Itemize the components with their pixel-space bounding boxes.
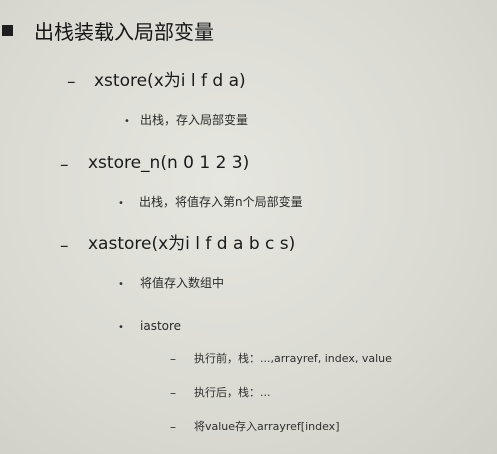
- item-xstore-desc: 出栈，存入局部变量: [140, 113, 249, 127]
- dot-bullet-icon: •: [118, 279, 124, 290]
- iastore-effect: 将value存入arrayref[index]: [194, 420, 340, 433]
- iastore-after: 执行后，栈：...: [194, 386, 271, 399]
- square-bullet-icon: [2, 25, 13, 36]
- dash-bullet-icon: –: [60, 155, 69, 175]
- item-xstore: xstore(x为i l f d a): [94, 71, 246, 91]
- item-xstore-n-desc: 出栈，将值存入第n个局部变量: [139, 195, 303, 209]
- dash-bullet-icon: –: [67, 72, 76, 92]
- dash-bullet-icon: –: [170, 386, 176, 400]
- iastore-before: 执行前，栈：...,arrayref, index, value: [194, 352, 392, 365]
- dot-bullet-icon: •: [118, 322, 124, 333]
- slide: 出栈装载入局部变量 – xstore(x为i l f d a) • 出栈，存入局…: [0, 0, 497, 454]
- item-xstore-n: xstore_n(n 0 1 2 3): [88, 153, 250, 173]
- dash-bullet-icon: –: [170, 352, 176, 366]
- dash-bullet-icon: –: [170, 420, 176, 434]
- slide-heading: 出栈装载入局部变量: [34, 20, 214, 44]
- item-xastore-desc: 将值存入数组中: [140, 276, 225, 290]
- dot-bullet-icon: •: [118, 198, 124, 209]
- dash-bullet-icon: –: [60, 236, 69, 256]
- dot-bullet-icon: •: [124, 116, 130, 127]
- item-xastore: xastore(x为i l f d a b c s): [88, 234, 296, 254]
- item-iastore: iastore: [140, 319, 182, 333]
